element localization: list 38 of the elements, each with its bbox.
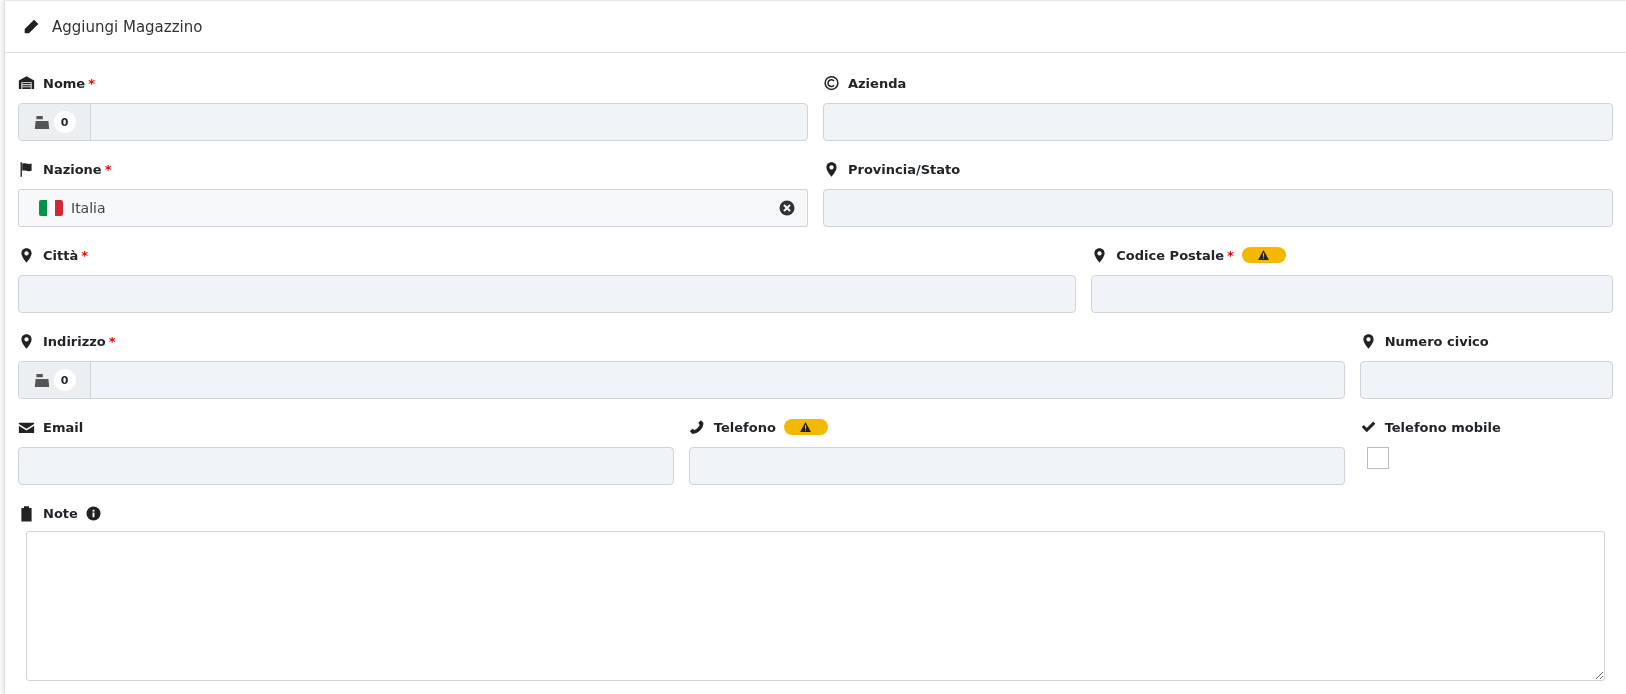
pencil-icon: [23, 18, 40, 35]
character-count: 0: [53, 111, 76, 133]
field-label: Email: [43, 419, 84, 435]
field-label: Note: [43, 505, 78, 521]
field-label: Nazione *: [43, 161, 112, 177]
text-input[interactable]: [1359, 361, 1613, 399]
text-input[interactable]: [18, 447, 674, 485]
field-label: Indirizzo *: [43, 333, 116, 349]
field-label: Numero civico: [1384, 333, 1489, 349]
map-pin-icon: [18, 246, 35, 264]
italy-flag-icon: [39, 200, 63, 216]
field-label: Telefono: [713, 419, 776, 435]
flag-icon: [18, 160, 35, 178]
text-input[interactable]: [823, 189, 1613, 227]
note-textarea[interactable]: [26, 531, 1605, 681]
map-pin-icon: [823, 160, 840, 178]
checkbox[interactable]: [1366, 447, 1389, 469]
text-input[interactable]: [823, 103, 1613, 141]
text-input[interactable]: [18, 275, 1077, 313]
text-input[interactable]: [688, 447, 1345, 485]
copyright-icon: [823, 74, 840, 92]
clear-icon[interactable]: [779, 200, 795, 216]
field-label: Codice Postale *: [1116, 247, 1234, 263]
field-label: Azienda: [848, 75, 907, 91]
text-input[interactable]: [1091, 275, 1613, 313]
field-label: Provincia/Stato: [848, 161, 961, 177]
card-title: Aggiungi Magazzino: [52, 17, 203, 36]
field-label: Città *: [43, 247, 88, 263]
field-label: Telefono mobile: [1384, 419, 1501, 435]
warehouse-icon: [18, 74, 35, 92]
country-select[interactable]: Italia: [18, 189, 808, 227]
phone-icon: [688, 418, 706, 436]
text-input[interactable]: 0: [18, 361, 1345, 399]
field-label: Nome *: [43, 75, 95, 91]
map-pin-icon: [18, 332, 35, 350]
text-input[interactable]: 0: [18, 103, 808, 141]
character-count: 0: [53, 369, 76, 391]
info-icon[interactable]: [85, 505, 101, 521]
